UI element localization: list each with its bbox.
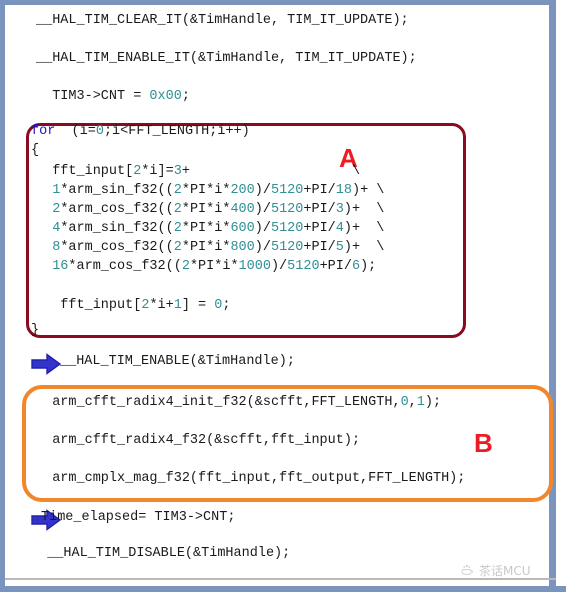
- annotation-label-b: B: [474, 428, 493, 458]
- watermark: 茶话MCU: [460, 562, 531, 579]
- code-line-a-tail-0: fft_input[2*i+1] = 0;: [36, 298, 231, 313]
- code-line-hal-enable-it: __HAL_TIM_ENABLE_IT(&TimHandle, TIM_IT_U…: [36, 51, 417, 66]
- code-line-a-1: 1*arm_sin_f32((2*PI*i*200)/5120+PI/18)+ …: [52, 183, 385, 198]
- code-line-a-2: 2*arm_cos_f32((2*PI*i*400)/5120+PI/3)+ \: [52, 202, 385, 217]
- slide-canvas: __HAL_TIM_CLEAR_IT(&TimHandle, TIM_IT_UP…: [0, 0, 566, 596]
- frame-bottom-gutter: [0, 592, 566, 596]
- code-line-a-5: 16*arm_cos_f32((2*PI*i*1000)/5120+PI/6);: [52, 259, 377, 274]
- code-line-hal-tim-disable: __HAL_TIM_DISABLE(&TimHandle);: [31, 546, 291, 561]
- watermark-text: 茶话MCU: [479, 564, 531, 578]
- code-line-close-brace: }: [31, 323, 40, 338]
- code-line-open-brace: {: [31, 143, 40, 158]
- keyword-for: for: [31, 124, 56, 139]
- frame-bottom-hairline: [5, 578, 556, 580]
- tim-reset-suffix: ;: [181, 89, 190, 104]
- right-arrow-icon-enable: [31, 353, 61, 375]
- code-line-tim3-cnt-reset: TIM3->CNT = 0x00;: [36, 89, 190, 105]
- frame-right-gutter: [556, 0, 566, 596]
- code-line-a-4: 8*arm_cos_f32((2*PI*i*800)/5120+PI/5)+ \: [52, 240, 385, 255]
- code-line-b-2: arm_cmplx_mag_f32(fft_input,fft_output,F…: [36, 471, 466, 486]
- teacup-icon: [461, 564, 474, 575]
- code-line-hal-clear-it: __HAL_TIM_CLEAR_IT(&TimHandle, TIM_IT_UP…: [36, 13, 409, 28]
- code-line-for-loop-header: for (i=0;i<FFT_LENGTH;i++): [31, 124, 250, 140]
- for-header-part1: (i=: [55, 124, 96, 139]
- code-canvas: __HAL_TIM_CLEAR_IT(&TimHandle, TIM_IT_UP…: [5, 5, 553, 579]
- code-line-a-3: 4*arm_sin_f32((2*PI*i*600)/5120+PI/4)+ \: [52, 221, 385, 236]
- frame-right-border: [549, 0, 556, 591]
- code-line-time-elapsed: Time_elapsed= TIM3->CNT;: [41, 510, 236, 525]
- for-init-value: 0: [95, 124, 104, 139]
- tim-reset-prefix: TIM3->CNT =: [36, 89, 150, 104]
- tim-reset-value: 0x00: [149, 89, 182, 104]
- code-line-hal-tim-enable: __HAL_TIM_ENABLE(&TimHandle);: [60, 354, 295, 369]
- code-line-b-0: arm_cfft_radix4_init_f32(&scfft,FFT_LENG…: [36, 395, 442, 410]
- code-line-b-1: arm_cfft_radix4_f32(&scfft,fft_input);: [36, 433, 361, 448]
- for-header-part2: ;i<FFT_LENGTH;i++): [103, 124, 250, 139]
- code-line-a-0: fft_input[2*i]=3+ \: [36, 164, 361, 179]
